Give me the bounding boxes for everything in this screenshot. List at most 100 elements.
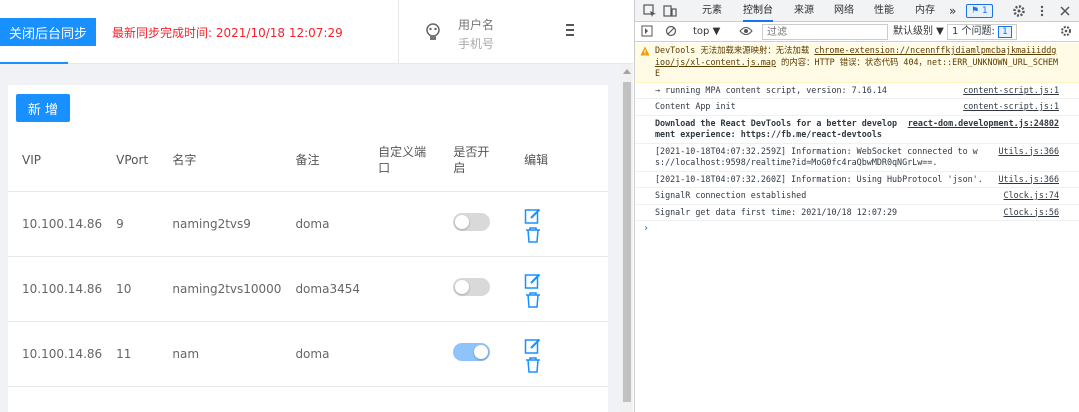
tab-console[interactable]: 控制台	[743, 0, 773, 22]
message-text: Signalr get data first time: 2021/10/18 …	[655, 206, 898, 217]
cell-enabled	[439, 321, 511, 387]
issues-count: 1	[998, 26, 1012, 38]
warning-text: DevTools 无法加载来源映射：无法加载	[655, 45, 815, 55]
console-message: react-dom.development.js:24802 Download t…	[635, 116, 1079, 144]
divider	[398, 0, 399, 64]
cell-edit	[510, 321, 608, 387]
devtools-panel: 元素 控制台 来源 网络 性能 内存 » ⚑ 1 top ▼ 默认级别 ▼ 1 …	[634, 0, 1079, 412]
tab-elements[interactable]: 元素	[702, 0, 722, 22]
tab-sources[interactable]: 来源	[794, 0, 814, 22]
table-body: 10.100.14.86 9 naming2tvs9 doma 10.100.14.8…	[8, 191, 608, 387]
more-tabs-button[interactable]: »	[949, 0, 956, 22]
inspect-element-icon[interactable]	[643, 4, 657, 18]
console-toolbar: top ▼ 默认级别 ▼ 1 个问题: 1	[635, 22, 1079, 42]
console-prompt[interactable]: ›	[635, 221, 1079, 236]
user-avatar-icon[interactable]	[423, 22, 443, 42]
console-settings-icon[interactable]	[1060, 25, 1072, 37]
message-source-link[interactable]: Clock.js:56	[1004, 207, 1059, 219]
clear-console-icon[interactable]	[665, 25, 677, 37]
device-toolbar-icon[interactable]	[663, 4, 677, 18]
message-source-link[interactable]: Utils.js:366	[998, 146, 1059, 158]
content-panel: 新 增 VIP VPort 名字 备注 自定义端口 是否开启 编辑 10.100…	[8, 85, 608, 412]
message-source-link[interactable]: content-script.js:1	[963, 101, 1059, 113]
settings-gear-icon[interactable]	[1012, 4, 1026, 18]
header-custom-port: 自定义端口	[364, 130, 440, 192]
edit-icon[interactable]	[524, 272, 542, 290]
console-output: DevTools 无法加载来源映射：无法加载 chrome-extension:…	[635, 43, 1079, 236]
sidebar-toggle-icon[interactable]	[641, 25, 653, 37]
cell-note: doma	[281, 321, 365, 387]
header-enabled-label: 是否开启	[453, 145, 490, 176]
tab-performance[interactable]: 性能	[874, 0, 894, 22]
vip-table: VIP VPort 名字 备注 自定义端口 是否开启 编辑 10.100.14.…	[8, 130, 608, 387]
console-message: content-script.js:1 → running MPA content…	[635, 83, 1079, 99]
cell-enabled	[439, 191, 511, 257]
cell-name: nam	[158, 321, 282, 387]
issues-label: 1 个问题:	[952, 26, 995, 37]
cell-custom-port	[364, 256, 440, 322]
issues-badge[interactable]: ⚑ 1	[966, 4, 993, 18]
console-message: Clock.js:56 Signalr get data first time: …	[635, 205, 1079, 221]
add-button[interactable]: 新 增	[16, 94, 70, 122]
active-indicator	[0, 62, 68, 64]
tab-memory[interactable]: 内存	[915, 0, 935, 22]
scrollbar[interactable]	[620, 64, 633, 412]
close-icon[interactable]	[1058, 4, 1072, 18]
message-source-link[interactable]: Utils.js:366	[998, 174, 1059, 186]
cell-vip: 10.100.14.86	[8, 321, 103, 387]
toggle-background-sync-button[interactable]: 关闭后台同步	[0, 18, 96, 46]
table-header-row: VIP VPort 名字 备注 自定义端口 是否开启 编辑	[8, 130, 608, 192]
console-message: Utils.js:366 [2021-10-18T04:07:32.259Z] I…	[635, 144, 1079, 172]
header-note: 备注	[281, 130, 365, 192]
cell-name: naming2tvs10000	[158, 256, 282, 322]
message-source-link[interactable]: content-script.js:1	[963, 85, 1059, 97]
menu-icon[interactable]	[566, 24, 576, 38]
devtools-tab-bar: 元素 控制台 来源 网络 性能 内存 » ⚑ 1	[635, 0, 1079, 22]
cell-custom-port	[364, 321, 440, 387]
cell-vip: 10.100.14.86	[8, 256, 103, 322]
cell-vport: 10	[102, 256, 159, 322]
table-row: 10.100.14.86 10 naming2tvs10000 doma3454	[8, 256, 608, 322]
header-edit: 编辑	[510, 130, 608, 192]
live-expression-eye-icon[interactable]	[739, 26, 753, 36]
delete-icon[interactable]	[524, 291, 542, 309]
message-text: [2021-10-18T04:07:32.259Z] Information: …	[655, 145, 978, 168]
cell-edit	[510, 256, 608, 322]
tab-network[interactable]: 网络	[834, 0, 854, 22]
log-level-select[interactable]: 默认级别 ▼	[893, 24, 944, 40]
scrollbar-thumb[interactable]	[623, 82, 631, 402]
console-message: content-script.js:1 Content App init	[635, 99, 1079, 116]
last-sync-time: 最新同步完成时间: 2021/10/18 12:07:29	[112, 26, 343, 40]
header-vip: VIP	[8, 130, 103, 192]
scroll-up-arrow-icon[interactable]	[623, 69, 631, 74]
cell-vport: 11	[102, 321, 159, 387]
message-text: → running MPA content script, version: 7…	[655, 84, 887, 95]
edit-icon[interactable]	[524, 337, 542, 355]
delete-icon[interactable]	[524, 356, 542, 374]
cell-note: doma	[281, 191, 365, 257]
cell-note: doma3454	[281, 256, 365, 322]
table-row: 10.100.14.86 11 nam doma	[8, 321, 608, 387]
message-source-link[interactable]: react-dom.development.js:24802	[908, 118, 1059, 130]
message-text: [2021-10-18T04:07:32.260Z] Information: …	[655, 173, 983, 184]
message-text: Content App init	[655, 101, 736, 111]
enabled-toggle[interactable]	[453, 278, 491, 296]
enabled-toggle[interactable]	[453, 213, 491, 231]
enabled-toggle[interactable]	[453, 343, 491, 361]
app-window: 关闭后台同步 最新同步完成时间: 2021/10/18 12:07:29 用户名…	[0, 0, 633, 412]
delete-icon[interactable]	[524, 226, 542, 244]
message-text: Download the React DevTools for a better…	[655, 117, 898, 140]
cell-enabled	[439, 256, 511, 322]
cell-edit	[510, 191, 608, 257]
console-filter-input[interactable]	[762, 24, 888, 40]
console-message: Clock.js:74 SignalR connection establishe…	[635, 188, 1079, 205]
context-selector[interactable]: top ▼	[693, 24, 720, 40]
issues-button[interactable]: 1 个问题: 1	[947, 24, 1017, 40]
more-options-icon[interactable]	[1035, 4, 1049, 18]
console-message: Utils.js:366 [2021-10-18T04:07:32.260Z] I…	[635, 172, 1079, 188]
table-row: 10.100.14.86 9 naming2tvs9 doma	[8, 191, 608, 257]
edit-icon[interactable]	[524, 207, 542, 225]
message-source-link[interactable]: Clock.js:74	[1004, 190, 1059, 202]
header-vport: VPort	[102, 130, 159, 192]
cell-vip: 10.100.14.86	[8, 191, 103, 257]
